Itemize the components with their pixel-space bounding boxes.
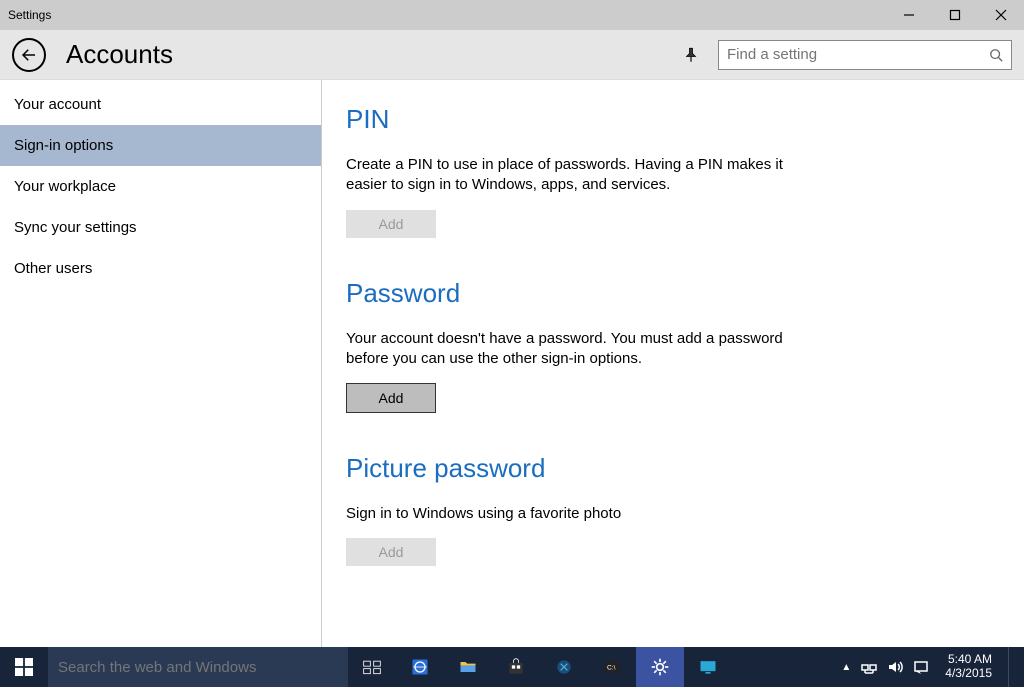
task-view-icon <box>362 657 382 677</box>
terminal-icon: C:\ <box>602 657 622 677</box>
taskbar-app-snip[interactable] <box>540 647 588 687</box>
start-button[interactable] <box>0 647 48 687</box>
edge-icon <box>410 657 430 677</box>
sidebar-item-label: Your workplace <box>14 178 116 195</box>
minimize-button[interactable] <box>886 0 932 30</box>
picture-password-section: Picture password Sign in to Windows usin… <box>346 453 1004 566</box>
windows-logo-icon <box>15 658 33 676</box>
taskbar: C:\ ▲ 5:40 AM 4/3/2015 <box>0 647 1024 687</box>
password-add-button[interactable]: Add <box>346 383 436 413</box>
page-title: Accounts <box>66 39 173 70</box>
monitor-icon <box>698 657 718 677</box>
folder-icon <box>458 657 478 677</box>
sidebar-item-sync-your-settings[interactable]: Sync your settings <box>0 207 321 248</box>
sidebar-item-your-workplace[interactable]: Your workplace <box>0 166 321 207</box>
taskbar-app-file-explorer[interactable] <box>444 647 492 687</box>
password-section: Password Your account doesn't have a pas… <box>346 278 1004 414</box>
pin-add-button: Add <box>346 210 436 238</box>
picture-password-heading: Picture password <box>346 453 1004 484</box>
content-pane: PIN Create a PIN to use in place of pass… <box>322 80 1024 647</box>
sidebar-item-your-account[interactable]: Your account <box>0 84 321 125</box>
picture-password-add-button: Add <box>346 538 436 566</box>
gear-icon <box>650 657 670 677</box>
clock-date: 4/3/2015 <box>945 667 992 681</box>
sidebar-item-sign-in-options[interactable]: Sign-in options <box>0 125 321 166</box>
sidebar-item-label: Sign-in options <box>14 137 113 154</box>
snip-icon <box>554 657 574 677</box>
taskbar-clock[interactable]: 5:40 AM 4/3/2015 <box>939 653 998 681</box>
picture-password-description: Sign in to Windows using a favorite phot… <box>346 504 796 524</box>
taskbar-app-monitor[interactable] <box>684 647 732 687</box>
password-description: Your account doesn't have a password. Yo… <box>346 329 796 370</box>
taskbar-apps: C:\ <box>348 647 732 687</box>
network-icon[interactable] <box>861 659 877 675</box>
volume-icon[interactable] <box>887 659 903 675</box>
store-icon <box>506 657 526 677</box>
sidebar-item-label: Other users <box>14 260 92 277</box>
search-box[interactable] <box>718 40 1012 70</box>
back-button[interactable] <box>12 38 46 72</box>
pin-heading: PIN <box>346 104 1004 135</box>
taskbar-search-input[interactable] <box>58 659 338 676</box>
taskbar-app-edge[interactable] <box>396 647 444 687</box>
pin-description: Create a PIN to use in place of password… <box>346 155 796 196</box>
tray-chevron-up-icon[interactable]: ▲ <box>841 662 851 673</box>
password-heading: Password <box>346 278 1004 309</box>
maximize-button[interactable] <box>932 0 978 30</box>
settings-sidebar: Your account Sign-in options Your workpl… <box>0 80 322 647</box>
window-title: Settings <box>8 8 51 22</box>
svg-text:C:\: C:\ <box>607 665 616 672</box>
taskbar-app-store[interactable] <box>492 647 540 687</box>
search-icon <box>989 48 1003 62</box>
task-view-button[interactable] <box>348 647 396 687</box>
taskbar-app-terminal[interactable]: C:\ <box>588 647 636 687</box>
sidebar-item-label: Your account <box>14 96 101 113</box>
sidebar-item-other-users[interactable]: Other users <box>0 248 321 289</box>
search-input[interactable] <box>727 46 989 63</box>
system-tray: ▲ 5:40 AM 4/3/2015 <box>833 647 1024 687</box>
close-button[interactable] <box>978 0 1024 30</box>
window-titlebar: Settings <box>0 0 1024 30</box>
show-desktop-button[interactable] <box>1008 647 1016 687</box>
sidebar-item-label: Sync your settings <box>14 219 137 236</box>
clock-time: 5:40 AM <box>945 653 992 667</box>
notifications-icon[interactable] <box>913 659 929 675</box>
settings-header: Accounts <box>0 30 1024 80</box>
pin-icon[interactable] <box>682 46 700 64</box>
taskbar-app-settings[interactable] <box>636 647 684 687</box>
taskbar-search[interactable] <box>48 647 348 687</box>
pin-section: PIN Create a PIN to use in place of pass… <box>346 104 1004 238</box>
